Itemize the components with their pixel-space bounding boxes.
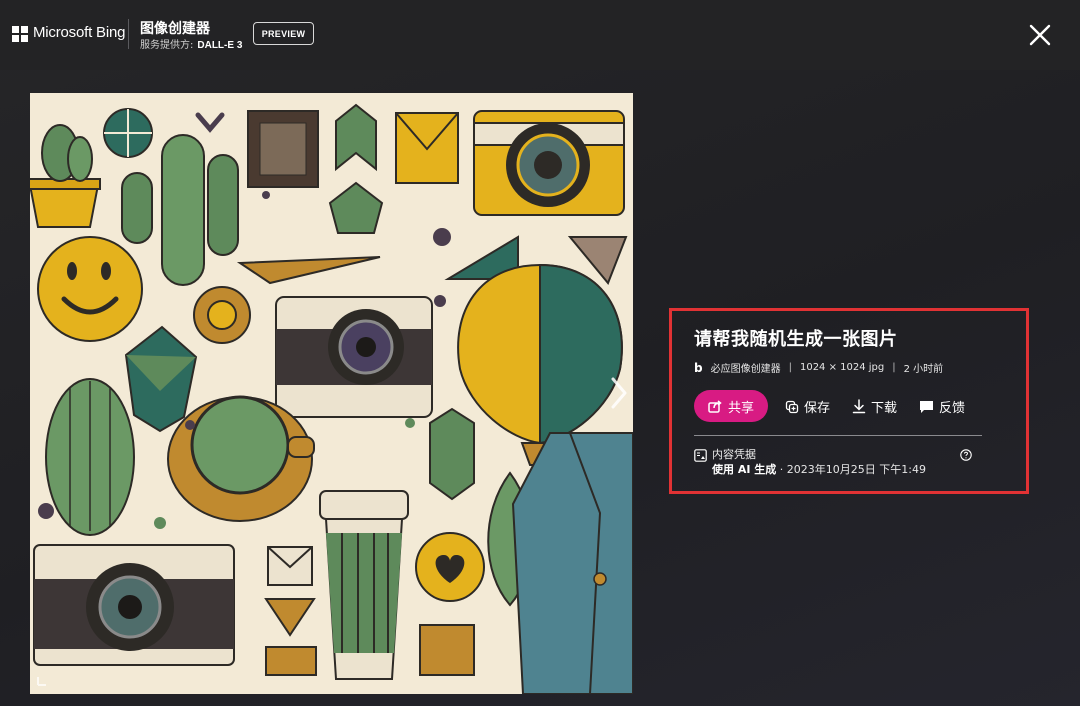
content-credentials-corner-icon (36, 672, 50, 686)
image-illustration (30, 93, 633, 694)
content-credentials-icon (694, 447, 707, 462)
content-credentials-detail: 使用 AI 生成 · 2023年10月25日 下午1:49 (712, 461, 926, 477)
close-button[interactable] (1026, 21, 1054, 49)
next-image-button[interactable] (608, 375, 630, 411)
provider-label: 服务提供方: (140, 40, 194, 51)
app-title[interactable]: 图像创建器 (140, 18, 210, 38)
feedback-label: 反馈 (939, 401, 966, 416)
close-icon (1029, 24, 1051, 46)
save-button[interactable]: 保存 (785, 397, 830, 416)
prompt-title: 请帮我随机生成一张图片 (694, 329, 898, 350)
bing-logo-icon: b (694, 360, 703, 375)
meta-separator: | (788, 362, 792, 373)
image-time: 2 小时前 (903, 364, 944, 375)
share-button[interactable]: 共享 (694, 390, 768, 422)
save-label: 保存 (804, 401, 831, 416)
feedback-button[interactable]: 反馈 (919, 397, 965, 416)
share-label: 共享 (727, 400, 754, 416)
microsoft-logo-icon (12, 26, 28, 42)
generated-image[interactable] (30, 93, 633, 694)
image-source[interactable]: 必应图像创建器 (711, 360, 781, 375)
header-divider (128, 19, 129, 49)
download-button[interactable]: 下载 (852, 397, 897, 416)
panel-divider (694, 435, 982, 436)
feedback-icon (920, 400, 933, 413)
chevron-right-icon (611, 377, 627, 409)
ai-generated-label: 使用 AI 生成 (712, 463, 777, 476)
generation-date: · 2023年10月25日 下午1:49 (776, 463, 926, 476)
brand-name[interactable]: Microsoft Bing (33, 24, 125, 41)
share-icon (708, 399, 722, 413)
content-credentials-label: 内容凭据 (712, 448, 756, 461)
image-meta: b 必应图像创建器 | 1024 × 1024 jpg | 2 小时前 (694, 360, 944, 376)
help-icon[interactable] (960, 446, 972, 461)
provider-name: DALL-E 3 (197, 40, 243, 51)
preview-badge: PREVIEW (253, 22, 314, 45)
download-label: 下载 (871, 401, 898, 416)
meta-separator: | (892, 362, 896, 373)
collection-add-icon (785, 400, 799, 413)
provider-line: 服务提供方: DALL-E 3 (140, 36, 242, 51)
download-icon (852, 399, 866, 414)
image-dimensions: 1024 × 1024 jpg (799, 362, 885, 373)
